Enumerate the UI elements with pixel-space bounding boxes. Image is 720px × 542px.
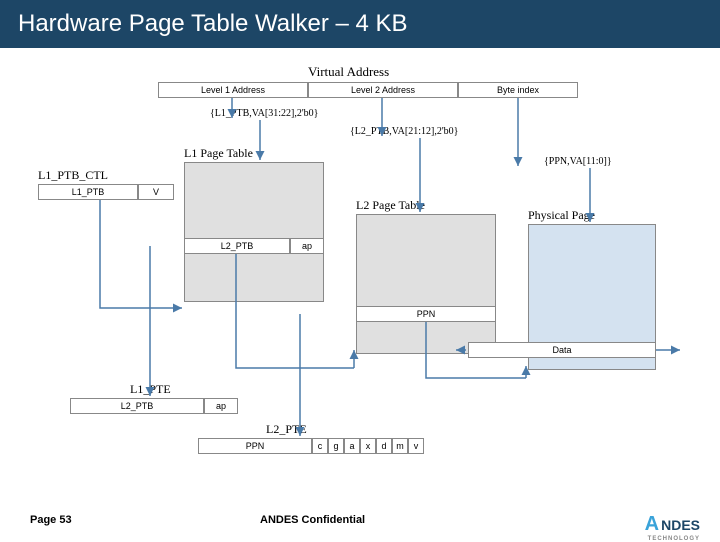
va-l1-field: Level 1 Address [158, 82, 308, 98]
data-cell: Data [468, 342, 656, 358]
l1-offset-expr: {L1_PTB,VA[31:22],2'b0} [210, 108, 318, 119]
l2-pte-label: L2_PTE [266, 422, 307, 437]
page-number: Page 53 [30, 514, 72, 526]
physical-page-label: Physical Page [528, 208, 595, 223]
logo-text: NDES [661, 517, 700, 533]
l1-ptb-ctl-fields: L1_PTB V [38, 184, 174, 200]
data-row: Data [468, 342, 656, 358]
l2-pte-v: v [408, 438, 424, 454]
l1-ptb-field: L1_PTB [38, 184, 138, 200]
l2-row-ppn: PPN [356, 306, 496, 322]
logo-a-icon: A [645, 513, 659, 536]
l1-pte-fields: L2_PTB ap [70, 398, 238, 414]
l2-pte-x: x [360, 438, 376, 454]
l2-pte-fields: PPN c g a x d m v [198, 438, 424, 454]
title-bar: Hardware Page Table Walker – 4 KB [0, 0, 720, 48]
va-l2-field: Level 2 Address [308, 82, 458, 98]
confidential-label: ANDES Confidential [260, 514, 365, 526]
footer: Page 53 ANDES Confidential [0, 514, 720, 534]
va-byte-field: Byte index [458, 82, 578, 98]
l1-pte-ap: ap [204, 398, 238, 414]
l2-pte-g: g [328, 438, 344, 454]
l2-page-table-box [356, 214, 496, 354]
l2-pte-a: a [344, 438, 360, 454]
l1-row-l2ptb: L2_PTB [184, 238, 290, 254]
l1-ptb-ctl-label: L1_PTB_CTL [38, 168, 108, 183]
l1-pte-label: L1_PTE [130, 382, 171, 397]
phys-offset-expr: {PPN,VA[11:0]} [544, 156, 612, 167]
logo-subtext: TECHNOLOGY [648, 536, 700, 542]
va-fields: Level 1 Address Level 2 Address Byte ind… [158, 82, 578, 98]
l1-table-row: L2_PTB ap [184, 238, 324, 254]
l2-table-row: PPN [356, 306, 496, 322]
l2-pte-ppn: PPN [198, 438, 312, 454]
l1-v-field: V [138, 184, 174, 200]
slide-title: Hardware Page Table Walker – 4 KB [18, 10, 408, 38]
l2-pte-d: d [376, 438, 392, 454]
diagram-area: Virtual Address Level 1 Address Level 2 … [0, 48, 720, 510]
andes-logo: ANDES TECHNOLOGY [645, 513, 700, 536]
l2-page-table-label: L2 Page Table [356, 198, 425, 213]
l1-page-table-box [184, 162, 324, 302]
l1-row-ap: ap [290, 238, 324, 254]
l2-pte-c: c [312, 438, 328, 454]
l2-offset-expr: {L2_PTB,VA[21:12],2'b0} [350, 126, 458, 137]
l1-page-table-label: L1 Page Table [184, 146, 253, 161]
virtual-address-label: Virtual Address [308, 64, 389, 80]
l2-pte-m: m [392, 438, 408, 454]
l1-pte-l2ptb: L2_PTB [70, 398, 204, 414]
